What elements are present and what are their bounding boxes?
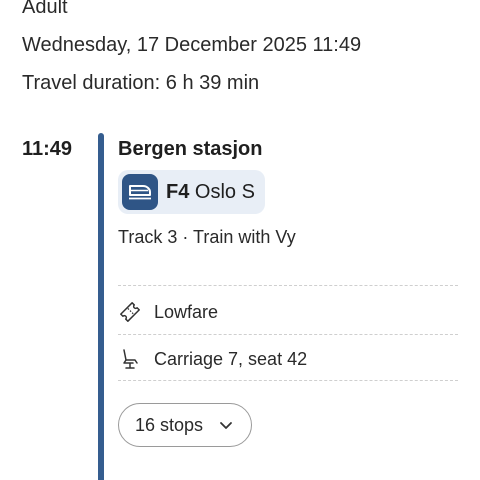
seat-row: Carriage 7, seat 42	[118, 347, 307, 371]
show-stops-button[interactable]: 16 stops	[118, 403, 253, 447]
train-line-chip: F4 Oslo S	[118, 170, 265, 214]
departure-date-time: Wednesday, 17 December 2025 11:49	[22, 34, 362, 56]
train-destination: Oslo S	[194, 180, 255, 203]
divider	[118, 380, 458, 381]
train-icon	[122, 174, 158, 210]
seat-label: Carriage 7, seat 42	[154, 348, 308, 369]
chevron-down-icon	[219, 415, 233, 436]
route-line	[98, 133, 104, 480]
journey-details: Adult Wednesday, 17 December 2025 11:49 …	[0, 0, 480, 480]
stops-label: 16 stops	[135, 414, 204, 435]
travel-duration: Travel duration: 6 h 39 min	[22, 72, 260, 94]
departure-station: Bergen stasjon	[118, 138, 263, 160]
seat-icon	[118, 347, 142, 371]
ticket-icon	[118, 300, 142, 324]
divider	[118, 334, 458, 335]
train-line-number: F4	[166, 180, 190, 203]
departure-time: 11:49	[22, 138, 73, 160]
fare-row: Lowfare	[118, 300, 218, 324]
passenger-type: Adult	[22, 0, 68, 18]
divider	[118, 285, 458, 286]
fare-label: Lowfare	[154, 301, 219, 322]
track-operator-info: Track 3 · Train with Vy	[118, 227, 296, 247]
